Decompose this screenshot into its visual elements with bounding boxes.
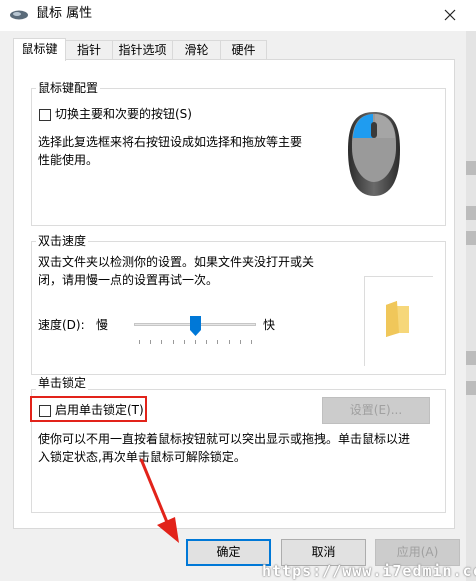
mouse-icon [348,112,400,196]
tab-panel: 鼠标键配置 切换主要和次要的按钮(S) 选择此复选框来将右按钮设成如选择和拖放等… [13,59,455,529]
highlight-annotation-box [30,396,147,422]
tab-pointer-options[interactable]: 指针选项 [112,40,173,60]
button-config-title: 鼠标键配置 [36,81,101,95]
slider-tick [195,340,196,344]
speed-label: 速度(D): [38,318,85,332]
tab-buttons[interactable]: 鼠标键 [13,38,66,61]
mouse-app-icon [10,10,28,20]
background-window-edge [466,31,476,581]
slow-label: 慢 [96,318,109,332]
close-button[interactable] [424,0,476,31]
slider-tick [251,340,252,344]
button-config-desc-2: 性能使用。 [38,153,99,167]
click-lock-settings-button[interactable]: 设置(E)... [322,397,430,424]
tab-hardware[interactable]: 硬件 [220,40,267,60]
double-click-title: 双击速度 [36,234,89,248]
button-config-desc-1: 选择此复选框来将右按钮设成如选择和拖放等主要 [38,135,303,149]
tab-wheel[interactable]: 滑轮 [172,40,221,60]
folder-icon[interactable] [383,300,413,338]
slider-tick [229,340,230,344]
tab-pointers[interactable]: 指针 [65,40,113,60]
fast-label: 快 [263,318,276,332]
double-click-test-area[interactable] [364,276,433,366]
slider-tick [240,340,241,344]
annotation-arrow [139,458,179,543]
window-title: 鼠标 属性 [36,6,93,21]
slider-tick [161,340,162,344]
watermark-text: https://www.i7edmin.cc [262,562,476,580]
slider-tick [139,340,140,344]
slider-thumb[interactable] [190,316,201,336]
ok-button[interactable]: 确定 [186,539,271,566]
switch-buttons-label[interactable]: 切换主要和次要的按钮(S) [55,105,192,124]
click-lock-desc-1: 使你可以不用一直按着鼠标按钮就可以突出显示或拖拽。单击鼠标以进 [38,432,411,446]
slider-tick [206,340,207,344]
close-icon [444,9,456,21]
click-lock-title: 单击锁定 [36,376,89,390]
double-click-desc-2: 闭，请用慢一点的设置再试一次。 [38,273,219,287]
slider-tick [150,340,151,344]
slider-tick [217,340,218,344]
title-bar: 鼠标 属性 [0,0,476,31]
double-click-desc-1: 双击文件夹以检测你的设置。如果文件夹没打开或关 [38,255,315,269]
switch-buttons-checkbox[interactable] [39,109,51,121]
slider-tick [173,340,174,344]
slider-tick [184,340,185,344]
double-click-speed-slider[interactable] [134,316,256,346]
